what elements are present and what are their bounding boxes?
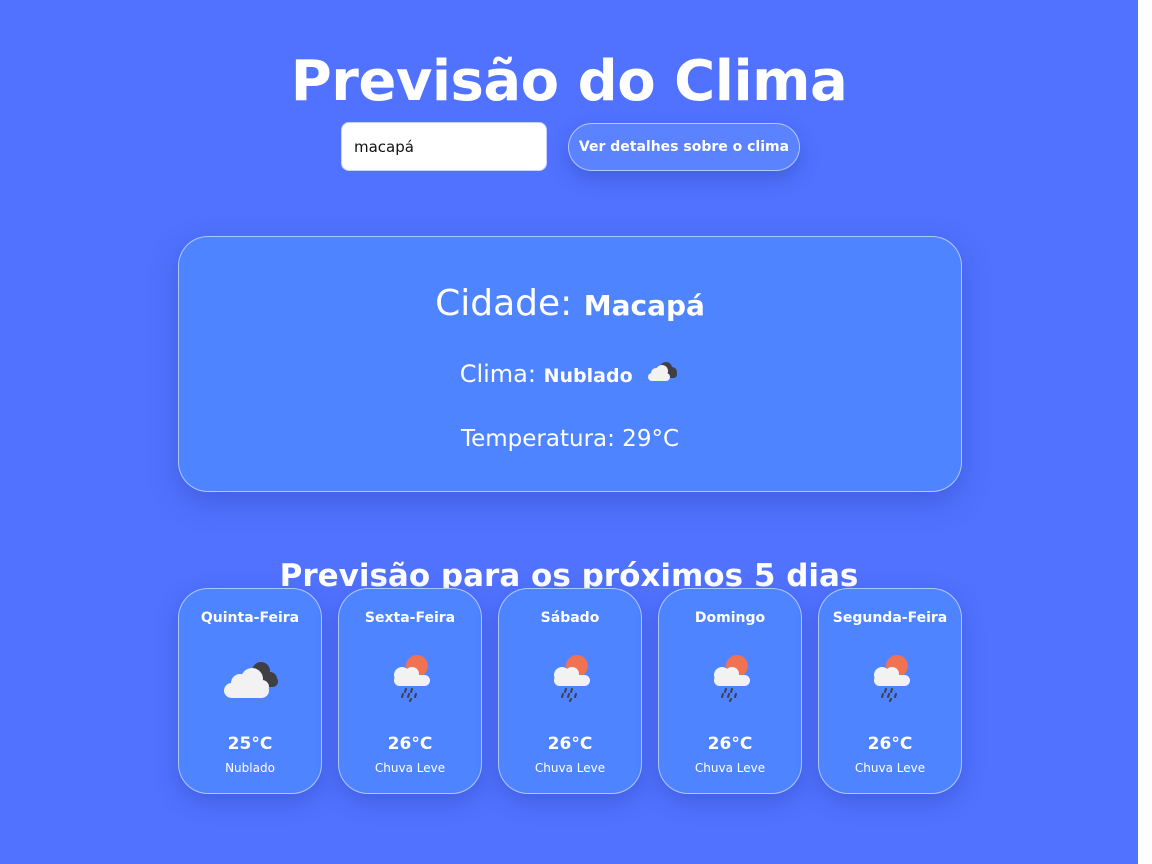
forecast-card: Quinta-Feira 25°C Nublado [178, 588, 322, 794]
forecast-day: Sexta-Feira [364, 610, 456, 626]
forecast-card: Sábado 26°C Chuva Leve [498, 588, 642, 794]
light-rain-sun-icon [819, 649, 961, 709]
current-weather-card: Cidade: Macapá Clima: Nublado Temperatur… [178, 236, 962, 492]
forecast-desc: Chuva Leve [854, 761, 926, 775]
city-line: Cidade: Macapá [179, 281, 961, 329]
cloudy-icon [640, 360, 680, 388]
city-search-input[interactable] [341, 122, 547, 171]
forecast-temp: 25°C [227, 734, 273, 754]
forecast-day: Sábado [540, 610, 600, 626]
forecast-desc: Chuva Leve [374, 761, 446, 775]
forecast-temp: 26°C [547, 734, 593, 754]
weather-page: Previsão do Clima Ver detalhes sobre o c… [0, 0, 1138, 864]
light-rain-sun-icon [339, 649, 481, 709]
forecast-desc: Nublado [225, 761, 275, 775]
condition-value: Nublado [543, 365, 633, 387]
temperature-text: Temperatura: 29°C [460, 426, 680, 452]
forecast-temp: 26°C [707, 734, 753, 754]
page-gutter [1138, 0, 1152, 864]
forecast-card: Domingo 26°C Chuva Leve [658, 588, 802, 794]
forecast-day: Segunda-Feira [832, 610, 948, 626]
condition-line: Clima: Nublado [179, 357, 961, 393]
forecast-card: Sexta-Feira 26°C Chuva Leve [338, 588, 482, 794]
forecast-desc: Chuva Leve [694, 761, 766, 775]
city-label: Cidade: [435, 283, 573, 324]
forecast-list: Quinta-Feira 25°C Nublado Sexta-Feira 26… [178, 588, 962, 794]
forecast-desc: Chuva Leve [534, 761, 606, 775]
light-rain-sun-icon [499, 649, 641, 709]
condition-label: Clima: [459, 360, 536, 388]
light-rain-sun-icon [659, 649, 801, 709]
view-weather-details-button[interactable]: Ver detalhes sobre o clima [568, 123, 800, 171]
forecast-temp: 26°C [867, 734, 913, 754]
city-name: Macapá [583, 289, 705, 322]
cloudy-icon [179, 649, 321, 709]
forecast-day: Quinta-Feira [200, 610, 300, 626]
forecast-card: Segunda-Feira 26°C Chuva Leve [818, 588, 962, 794]
forecast-temp: 26°C [387, 734, 433, 754]
forecast-day: Domingo [694, 610, 766, 626]
page-title: Previsão do Clima [290, 48, 848, 114]
